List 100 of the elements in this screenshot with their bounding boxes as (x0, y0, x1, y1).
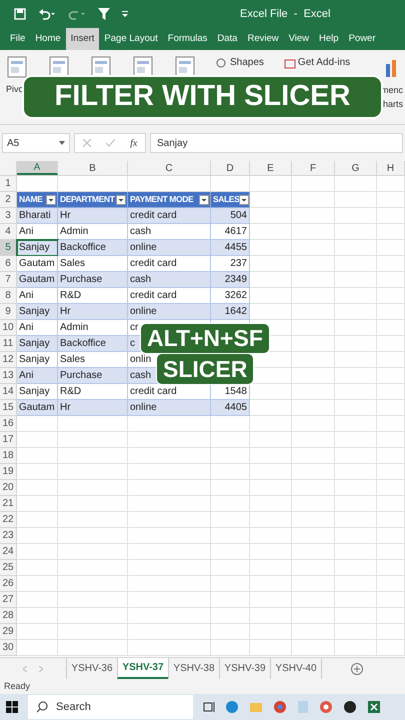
row-number[interactable]: 1 (0, 176, 17, 192)
ribbon-tab[interactable]: Home (30, 28, 66, 50)
row-number[interactable]: 2 (0, 192, 17, 208)
search-field[interactable]: Search (28, 695, 193, 719)
row-number[interactable]: 20 (0, 480, 17, 496)
row-number[interactable]: 14 (0, 384, 17, 400)
shortcut-label: ALT+N+SF (140, 323, 270, 354)
table-cell: Purchase (58, 272, 128, 288)
row-number[interactable]: 18 (0, 448, 17, 464)
row-number[interactable]: 26 (0, 576, 17, 592)
window-title: Excel File - Excel (240, 6, 330, 22)
table-cell: credit card (128, 256, 211, 272)
sheet-tab[interactable]: YSHV-37 (117, 658, 168, 679)
row-number[interactable]: 6 (0, 256, 17, 272)
table-cell: online (128, 240, 211, 256)
ribbon-tab[interactable]: Power (344, 28, 381, 50)
table-cell: R&D (58, 384, 128, 400)
column-title: DEPARTMENT (60, 193, 114, 206)
add-ins-button[interactable]: Get Add-ins (298, 55, 350, 70)
table-cell: 2349 (211, 272, 250, 288)
ribbon-tab[interactable]: Review (242, 28, 284, 50)
ribbon-tab[interactable]: File (0, 28, 30, 50)
row-number[interactable]: 19 (0, 464, 17, 480)
table-cell: Gautam (17, 272, 58, 288)
row-number[interactable]: 4 (0, 224, 17, 240)
ribbon-tab[interactable]: Formulas (162, 28, 212, 50)
row-number[interactable]: 24 (0, 544, 17, 560)
column-title: PAYMENT MODE (130, 193, 194, 206)
table-cell: Ani (17, 224, 58, 240)
table-cell: 4617 (211, 224, 250, 240)
formula-field[interactable]: Sanjay (150, 133, 403, 153)
row-number[interactable]: 30 (0, 640, 17, 656)
row-number[interactable]: 5 (0, 240, 17, 256)
ribbon-tab[interactable]: Insert (66, 28, 100, 50)
ribbon-label: harts (382, 98, 403, 110)
row-number[interactable]: 17 (0, 432, 17, 448)
row-number[interactable]: 9 (0, 304, 17, 320)
table-cell: Admin (58, 224, 128, 240)
shapes-button[interactable]: Shapes (230, 55, 264, 70)
table-cell: 1548 (211, 384, 250, 400)
ribbon-tab[interactable]: Page Layout (99, 28, 163, 50)
table-cell: credit card (128, 384, 211, 400)
row-number[interactable]: 10 (0, 320, 17, 336)
column-header[interactable]: B (58, 161, 128, 175)
row-number[interactable]: 15 (0, 400, 17, 416)
table-cell: Sanjay (17, 384, 58, 400)
table-cell: Hr (58, 400, 128, 416)
table-cell: Admin (58, 320, 128, 336)
table-cell: Gautam (17, 400, 58, 416)
table-cell: R&D (58, 288, 128, 304)
table-cell: Ani (17, 320, 58, 336)
column-header[interactable]: E (250, 161, 292, 175)
row-number[interactable]: 8 (0, 288, 17, 304)
table-cell: Sanjay (17, 352, 58, 368)
table-cell: online (128, 400, 211, 416)
table-cell: cash (128, 272, 211, 288)
table-cell: credit card (128, 208, 211, 224)
table-cell: 4405 (211, 400, 250, 416)
table-cell: 4455 (211, 240, 250, 256)
column-header[interactable]: D (211, 161, 250, 175)
table-cell: 237 (211, 256, 250, 272)
ribbon-tab[interactable]: Data (212, 28, 242, 50)
row-number[interactable]: 29 (0, 624, 17, 640)
row-number[interactable]: 25 (0, 560, 17, 576)
name-box[interactable]: A5 (2, 133, 70, 153)
column-title: SALES (213, 193, 240, 206)
row-number[interactable]: 23 (0, 528, 17, 544)
table-cell: Ani (17, 288, 58, 304)
row-number[interactable]: 21 (0, 496, 17, 512)
row-number[interactable]: 12 (0, 352, 17, 368)
row-number[interactable]: 13 (0, 368, 17, 384)
table-cell: Sales (58, 352, 128, 368)
shortcut-label: SLICER (156, 353, 254, 385)
column-header[interactable]: C (128, 161, 211, 175)
row-number[interactable]: 28 (0, 608, 17, 624)
table-cell: 3262 (211, 288, 250, 304)
column-header[interactable]: A (17, 161, 58, 175)
ribbon-tab[interactable]: View (284, 28, 314, 50)
table-cell: Sanjay (17, 240, 58, 256)
table-cell: 1642 (211, 304, 250, 320)
status-text: Ready (4, 680, 30, 693)
row-number[interactable]: 16 (0, 416, 17, 432)
column-title: NAME (19, 193, 42, 206)
column-header[interactable]: F (292, 161, 335, 175)
table-cell: Sales (58, 256, 128, 272)
title-banner: FILTER WITH SLICER (22, 75, 383, 119)
row-number[interactable]: 3 (0, 208, 17, 224)
table-cell: 504 (211, 208, 250, 224)
row-number[interactable]: 7 (0, 272, 17, 288)
row-number[interactable]: 27 (0, 592, 17, 608)
column-header[interactable]: G (335, 161, 377, 175)
row-number[interactable]: 22 (0, 512, 17, 528)
table-cell: Backoffice (58, 336, 128, 352)
table-cell: Ani (17, 368, 58, 384)
column-header[interactable]: H (377, 161, 405, 175)
table-cell: Backoffice (58, 240, 128, 256)
table-cell: Sanjay (17, 336, 58, 352)
row-number[interactable]: 11 (0, 336, 17, 352)
ribbon-tab[interactable]: Help (314, 28, 344, 50)
function-button[interactable]: fx (130, 136, 138, 150)
